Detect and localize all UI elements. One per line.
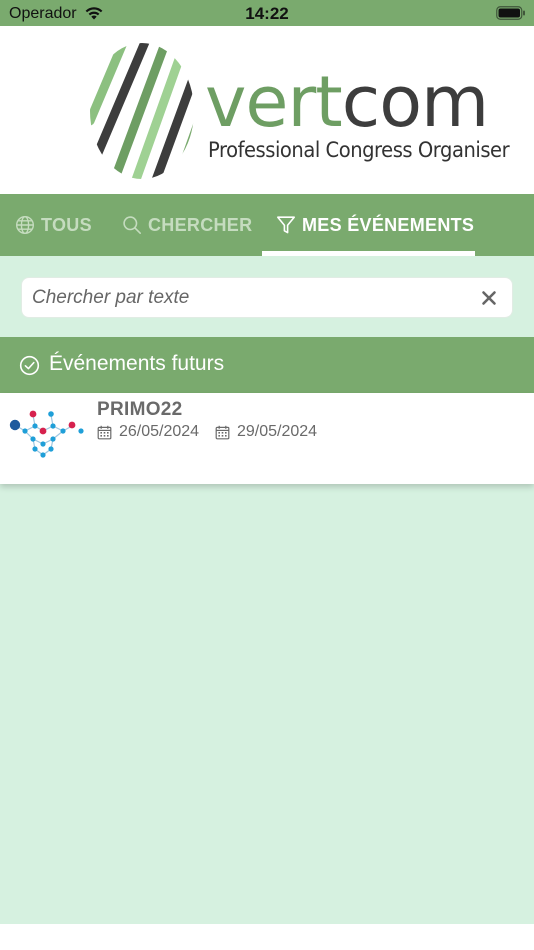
check-circle-icon (19, 355, 40, 376)
calendar-icon (97, 425, 112, 439)
clock: 14:22 (245, 4, 289, 23)
event-logo-icon (9, 410, 84, 458)
event-start-date-text: 26/05/2024 (119, 423, 200, 440)
section-header-future-events: Événements futurs (0, 337, 534, 393)
search-icon (123, 216, 142, 235)
tab-bar: TOUS CHERCHER MES ÉVÉNEMENTS (0, 194, 534, 256)
tab-tous[interactable]: TOUS (15, 194, 92, 256)
status-bar: Operador 14:22 (0, 0, 534, 26)
tab-tous-label: TOUS (41, 214, 92, 235)
close-icon[interactable] (480, 289, 498, 307)
bottom-safe-area (0, 924, 534, 950)
search-input[interactable] (32, 278, 472, 317)
event-name: PRIMO22 (97, 399, 183, 420)
tab-mes-evenements-label: MES ÉVÉNEMENTS (302, 214, 475, 235)
event-end-date: 29/05/2024 (215, 423, 317, 441)
calendar-icon (215, 425, 230, 439)
filter-icon (277, 216, 295, 234)
brand-tagline: Professional Congress Organiser (208, 138, 510, 162)
event-end-date-text: 29/05/2024 (237, 423, 318, 440)
event-card[interactable]: PRIMO22 26/05/2024 29/05/2024 (0, 393, 534, 484)
globe-icon (15, 215, 35, 235)
event-start-date: 26/05/2024 (97, 423, 199, 441)
brand-wordmark: vertcom (205, 61, 490, 143)
tab-chercher-label: CHERCHER (148, 214, 253, 235)
section-title: Événements futurs (49, 352, 225, 375)
active-tab-indicator (262, 251, 475, 256)
vertcom-logo-icon (90, 43, 194, 179)
search-box (21, 277, 513, 318)
brand-word-com: com (341, 61, 490, 143)
tab-chercher[interactable]: CHERCHER (122, 194, 252, 256)
brand-word-vert: vert (205, 61, 343, 143)
battery-icon (496, 6, 525, 20)
brand-header: vertcom Professional Congress Organiser (0, 26, 534, 194)
tab-mes-evenements[interactable]: MES ÉVÉNEMENTS (276, 194, 474, 256)
